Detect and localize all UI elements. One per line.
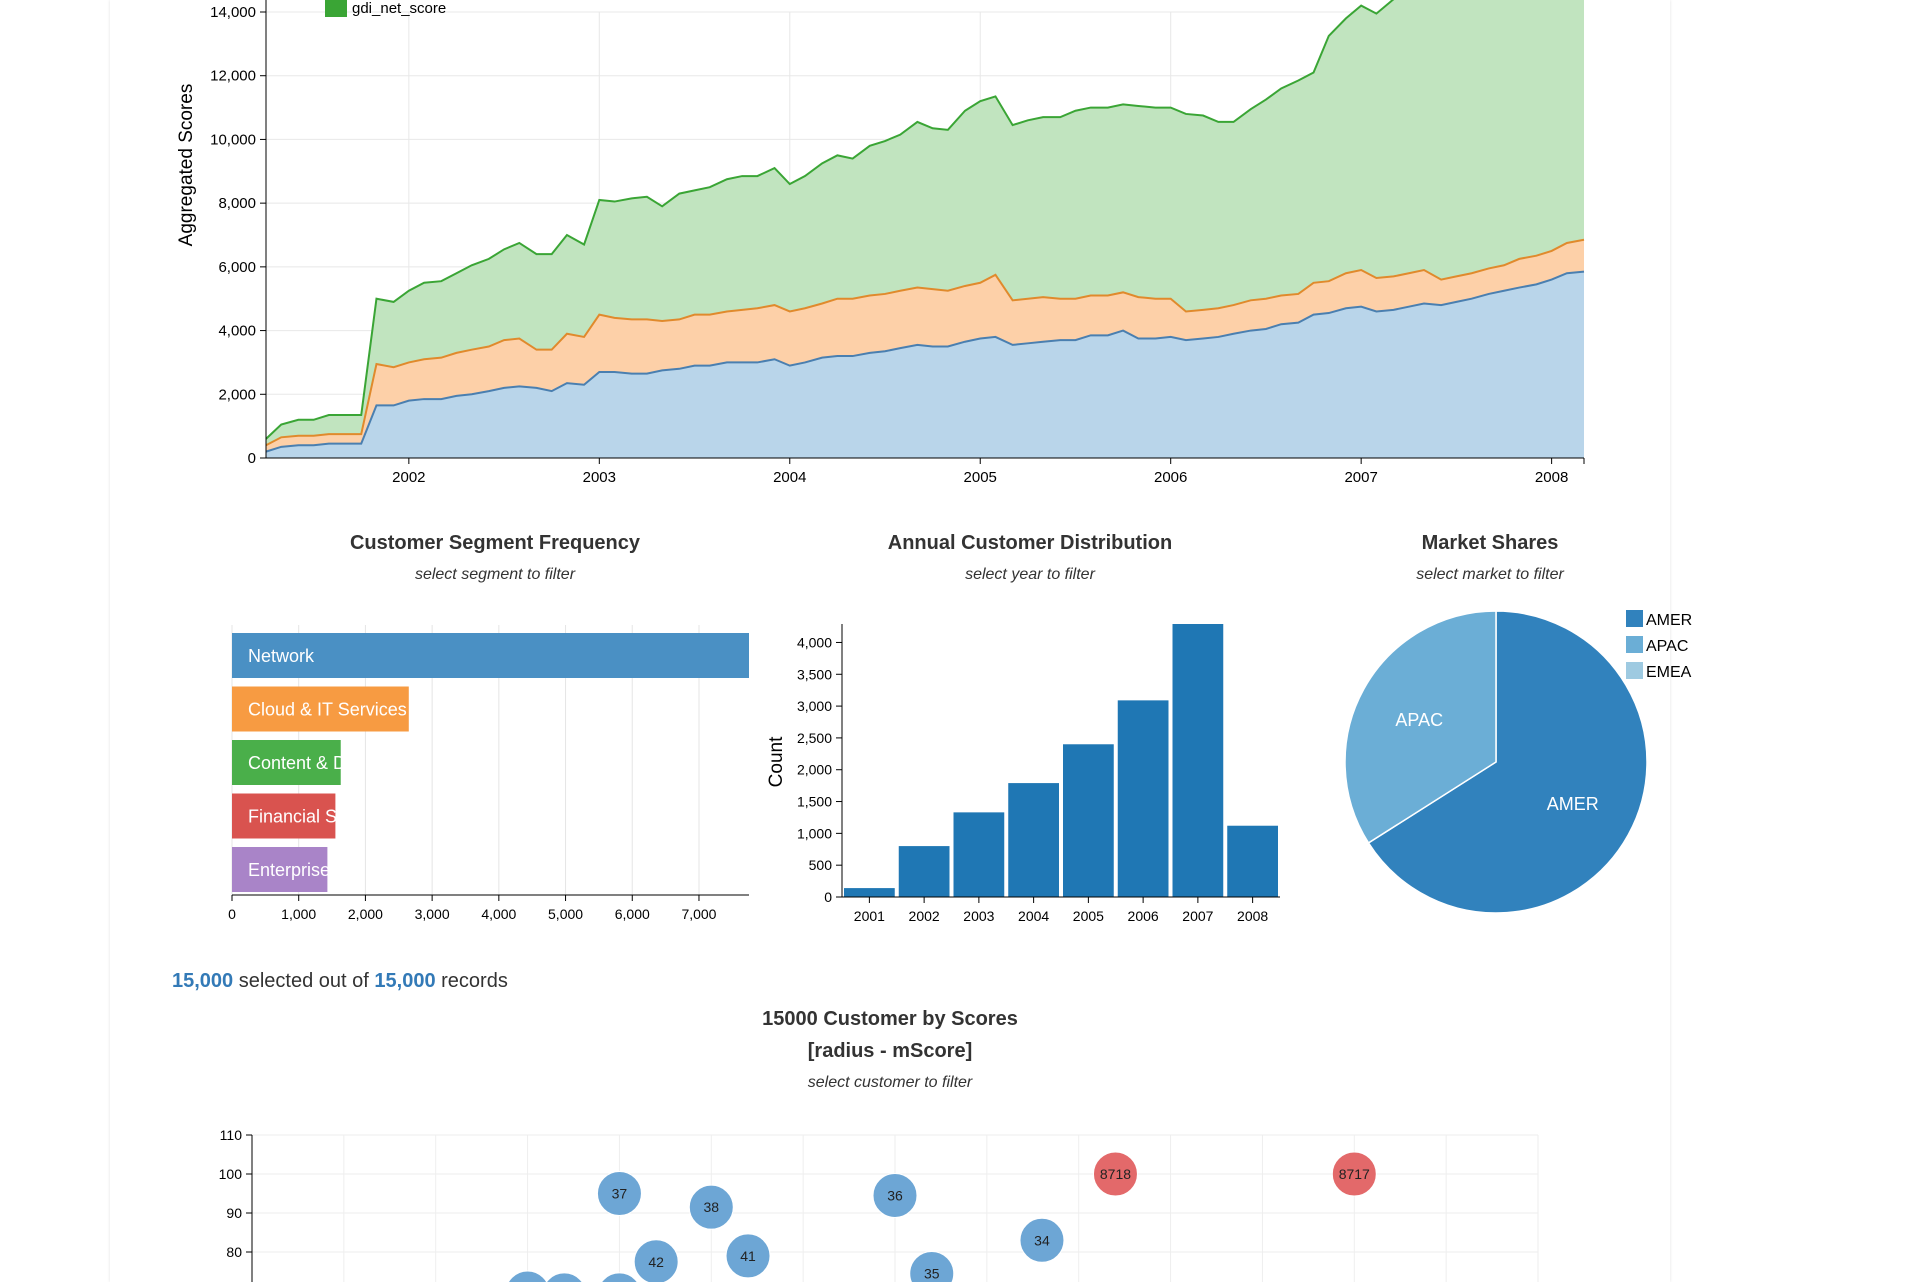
scatter-point-label: 42 xyxy=(648,1254,664,1270)
scatter-point xyxy=(600,1272,638,1282)
scatter-point-label: 8718 xyxy=(1100,1166,1131,1182)
scatter-y-tick-label: 110 xyxy=(220,1127,243,1143)
scatter-point-label: 34 xyxy=(1034,1232,1050,1248)
scatter-point-label: 41 xyxy=(740,1248,756,1264)
scatter-point-label: 36 xyxy=(887,1187,903,1203)
scatter-point xyxy=(545,1272,583,1282)
scatter-point-label: 38 xyxy=(703,1199,719,1215)
scatter-y-tick-label: 80 xyxy=(226,1244,242,1260)
scatter-point-label: 37 xyxy=(612,1186,628,1202)
scatter-point xyxy=(507,1270,548,1282)
customer-scores-scatter-chart[interactable]: 708090100110373836871887173441423547 xyxy=(0,0,1917,1282)
scatter-point-label: 35 xyxy=(924,1265,940,1281)
scatter-point-label: 8717 xyxy=(1339,1166,1370,1182)
scatter-y-tick-label: 90 xyxy=(226,1205,242,1221)
scatter-y-tick-label: 100 xyxy=(219,1166,243,1182)
